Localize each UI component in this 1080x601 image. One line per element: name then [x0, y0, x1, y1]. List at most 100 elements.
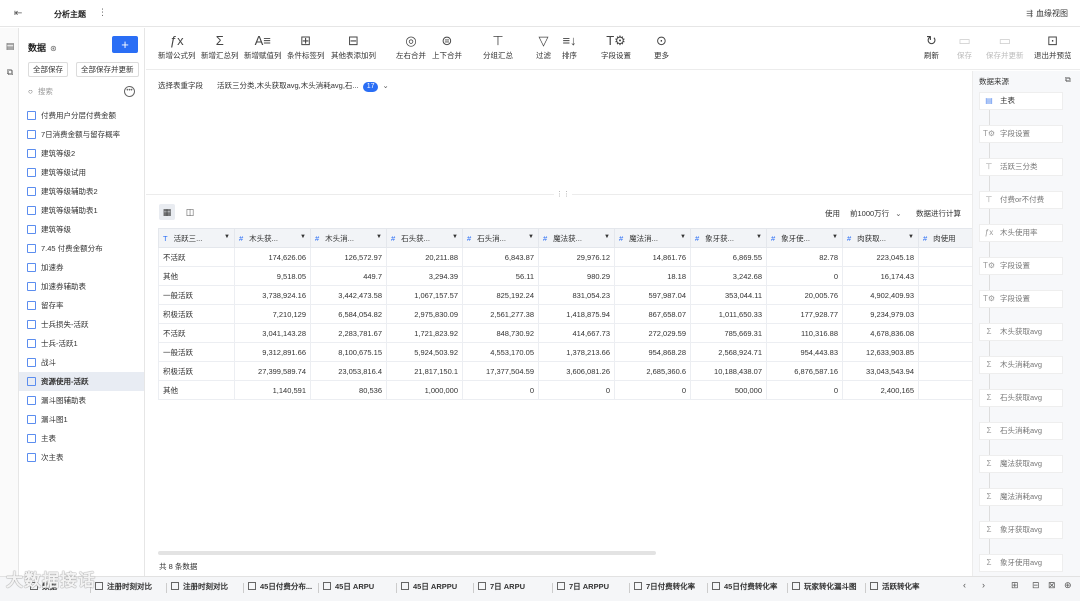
back-icon[interactable]: ⇤	[14, 8, 22, 19]
column-header[interactable]: # 石头消... ▼	[462, 228, 539, 248]
table-cell[interactable]: 不活跃	[158, 323, 235, 343]
table-cell[interactable]: 4,902,409.93	[842, 285, 919, 305]
table-cell[interactable]: 6,843.87	[462, 247, 539, 267]
table-cell[interactable]: 3,738,924.16	[234, 285, 311, 305]
table-cell[interactable]: 0	[538, 380, 615, 400]
table-cell[interactable]: 3,606,081.26	[538, 361, 615, 381]
filter-button[interactable]: ▽ 过滤	[536, 32, 551, 61]
data-source-node[interactable]: Σ 石头消耗avg	[979, 422, 1063, 440]
column-header[interactable]: # 魔法获... ▼	[538, 228, 615, 248]
caret-down-icon[interactable]: ▼	[908, 234, 914, 240]
data-source-node[interactable]: Σ 木头获取avg	[979, 323, 1063, 341]
table-cell[interactable]: 0	[462, 380, 539, 400]
table-cell[interactable]: 其他	[158, 380, 235, 400]
sidebar-table-item[interactable]: 建筑等级	[19, 220, 144, 239]
table-cell[interactable]: 272,029.59	[614, 323, 691, 343]
add-report-icon[interactable]: ⊠	[1048, 580, 1056, 591]
grid-view-icon[interactable]: ▦	[159, 204, 175, 220]
save-and-update-button[interactable]: ▭ 保存并更新	[986, 32, 1024, 61]
data-source-node[interactable]: ⊤ 付费or不付费	[979, 191, 1063, 209]
table-cell[interactable]: 174,626.06	[234, 247, 311, 267]
table-cell[interactable]: 6,876,587.16	[766, 361, 843, 381]
table-cell[interactable]: 2,400,165	[842, 380, 919, 400]
table-cell[interactable]: 223,045.18	[842, 247, 919, 267]
table-cell[interactable]: 2,568,924.71	[690, 342, 767, 362]
table-cell[interactable]: 不活跃	[158, 247, 235, 267]
sidebar-table-item[interactable]: 建筑等级辅助表1	[19, 201, 144, 220]
table-cell[interactable]: 3,242.68	[690, 266, 767, 286]
table-cell[interactable]: 一般活跃	[158, 342, 235, 362]
column-header[interactable]: # 石头获... ▼	[386, 228, 463, 248]
table-cell[interactable]: 0	[766, 266, 843, 286]
bottom-tab[interactable]: 注册时刻对比	[95, 581, 152, 592]
table-cell[interactable]: 3,294.39	[386, 266, 463, 286]
data-source-node[interactable]: Σ 石头获取avg	[979, 389, 1063, 407]
exit-and-preview-button[interactable]: ⊡ 退出并预览	[1034, 32, 1072, 61]
table-cell[interactable]: 7,210,129	[234, 304, 311, 324]
table-cell[interactable]: 1,418,875.94	[538, 304, 615, 324]
table-cell[interactable]: 2,685,360.6	[614, 361, 691, 381]
caret-down-icon[interactable]: ▼	[604, 234, 610, 240]
table-cell[interactable]: 其他	[158, 266, 235, 286]
table-cell[interactable]: 1,378,213.66	[538, 342, 615, 362]
refresh-button[interactable]: ↻ 刷新	[924, 32, 939, 61]
data-source-node[interactable]: T⚙ 字段设置	[979, 125, 1063, 143]
table-cell[interactable]: 11	[918, 247, 972, 267]
table-cell[interactable]: 33,043,543.94	[842, 361, 919, 381]
horizontal-scrollbar[interactable]	[158, 551, 656, 555]
table-cell[interactable]: 825,192.24	[462, 285, 539, 305]
sidebar-table-item[interactable]: 7日消费金额与留存概率	[19, 125, 144, 144]
sidebar-table-item[interactable]: 建筑等级试用	[19, 163, 144, 182]
data-source-node[interactable]: ▤ 主表	[979, 92, 1063, 110]
table-cell[interactable]: 954,443.83	[766, 342, 843, 362]
table-cell[interactable]: 597,987.04	[614, 285, 691, 305]
field-selector[interactable]: 选择表重字段 活跃三分类,木头获取avg,木头消耗avg,石... 17 ⌄	[158, 80, 389, 92]
sidebar-table-item[interactable]: 战斗	[19, 353, 144, 372]
caret-down-icon[interactable]: ▼	[452, 234, 458, 240]
data-source-node[interactable]: T⚙ 字段设置	[979, 257, 1063, 275]
table-cell[interactable]: 414,667.73	[538, 323, 615, 343]
table-cell[interactable]: 6,869.55	[690, 247, 767, 267]
save-all-button[interactable]: 全部保存	[28, 62, 68, 77]
chevron-left-icon[interactable]: ‹	[963, 580, 966, 590]
column-header[interactable]: # 木头消... ▼	[310, 228, 387, 248]
table-cell[interactable]: 积极活跃	[158, 304, 235, 324]
condition-label-column-button[interactable]: ⊞ 条件标签列	[287, 32, 325, 61]
table-cell[interactable]: 21,35	[918, 361, 972, 381]
sidebar-table-item[interactable]: 加速券辅助表	[19, 277, 144, 296]
column-header[interactable]: # 魔法消... ▼	[614, 228, 691, 248]
table-cell[interactable]: 56.11	[462, 266, 539, 286]
table-cell[interactable]: 4,553,170.05	[462, 342, 539, 362]
table-cell[interactable]: 20,211.88	[386, 247, 463, 267]
table-cell[interactable]: 14,861.76	[614, 247, 691, 267]
table-cell[interactable]	[918, 380, 972, 400]
table-cell[interactable]: 17,377,504.59	[462, 361, 539, 381]
caret-down-icon[interactable]: ▼	[832, 234, 838, 240]
bottom-tab[interactable]: 45日付费分布...	[248, 581, 312, 592]
table-cell[interactable]: 5,924,503.92	[386, 342, 463, 362]
sidebar-table-item[interactable]: 漏斗图辅助表	[19, 391, 144, 410]
options-icon[interactable]: •••	[124, 86, 135, 97]
table-row[interactable]: 积极活跃 27,399,589.74 23,053,816.4 21,817,150.…	[158, 361, 972, 381]
table-cell[interactable]: 449.7	[310, 266, 387, 286]
caret-down-icon[interactable]: ▼	[528, 234, 534, 240]
add-table-button[interactable]: +	[112, 36, 138, 53]
data-source-node[interactable]: Σ 象牙使用avg	[979, 554, 1063, 572]
group-summary-button[interactable]: ⊤ 分组汇总	[483, 32, 513, 61]
table-cell[interactable]: 980.29	[538, 266, 615, 286]
column-header[interactable]: # 肉获取... ▼	[842, 228, 919, 248]
column-header[interactable]: T 活跃三... ▼	[158, 228, 235, 248]
sidebar-table-item[interactable]: 漏斗图1	[19, 410, 144, 429]
table-cell[interactable]: 954,868.28	[614, 342, 691, 362]
info-icon[interactable]: ⊛	[50, 44, 57, 53]
table-cell[interactable]: 18.18	[614, 266, 691, 286]
table-cell[interactable]: 80,536	[310, 380, 387, 400]
table-cell[interactable]: 4,678,836.08	[842, 323, 919, 343]
table-cell[interactable]: 785,669.31	[690, 323, 767, 343]
sort-button[interactable]: ≡↓ 排序	[562, 32, 577, 61]
table-row[interactable]: 其他 1,140,591 80,536 1,000,000 0 0 0 500,000 0 2,4…	[158, 380, 972, 400]
add-dashboard-icon[interactable]: ⊟	[1032, 580, 1040, 591]
table-row[interactable]: 一般活跃 3,738,924.16 3,442,473.58 1,067,157.57…	[158, 285, 972, 305]
sidebar-table-item[interactable]: 主表	[19, 429, 144, 448]
sidebar-table-item[interactable]: 留存率	[19, 296, 144, 315]
